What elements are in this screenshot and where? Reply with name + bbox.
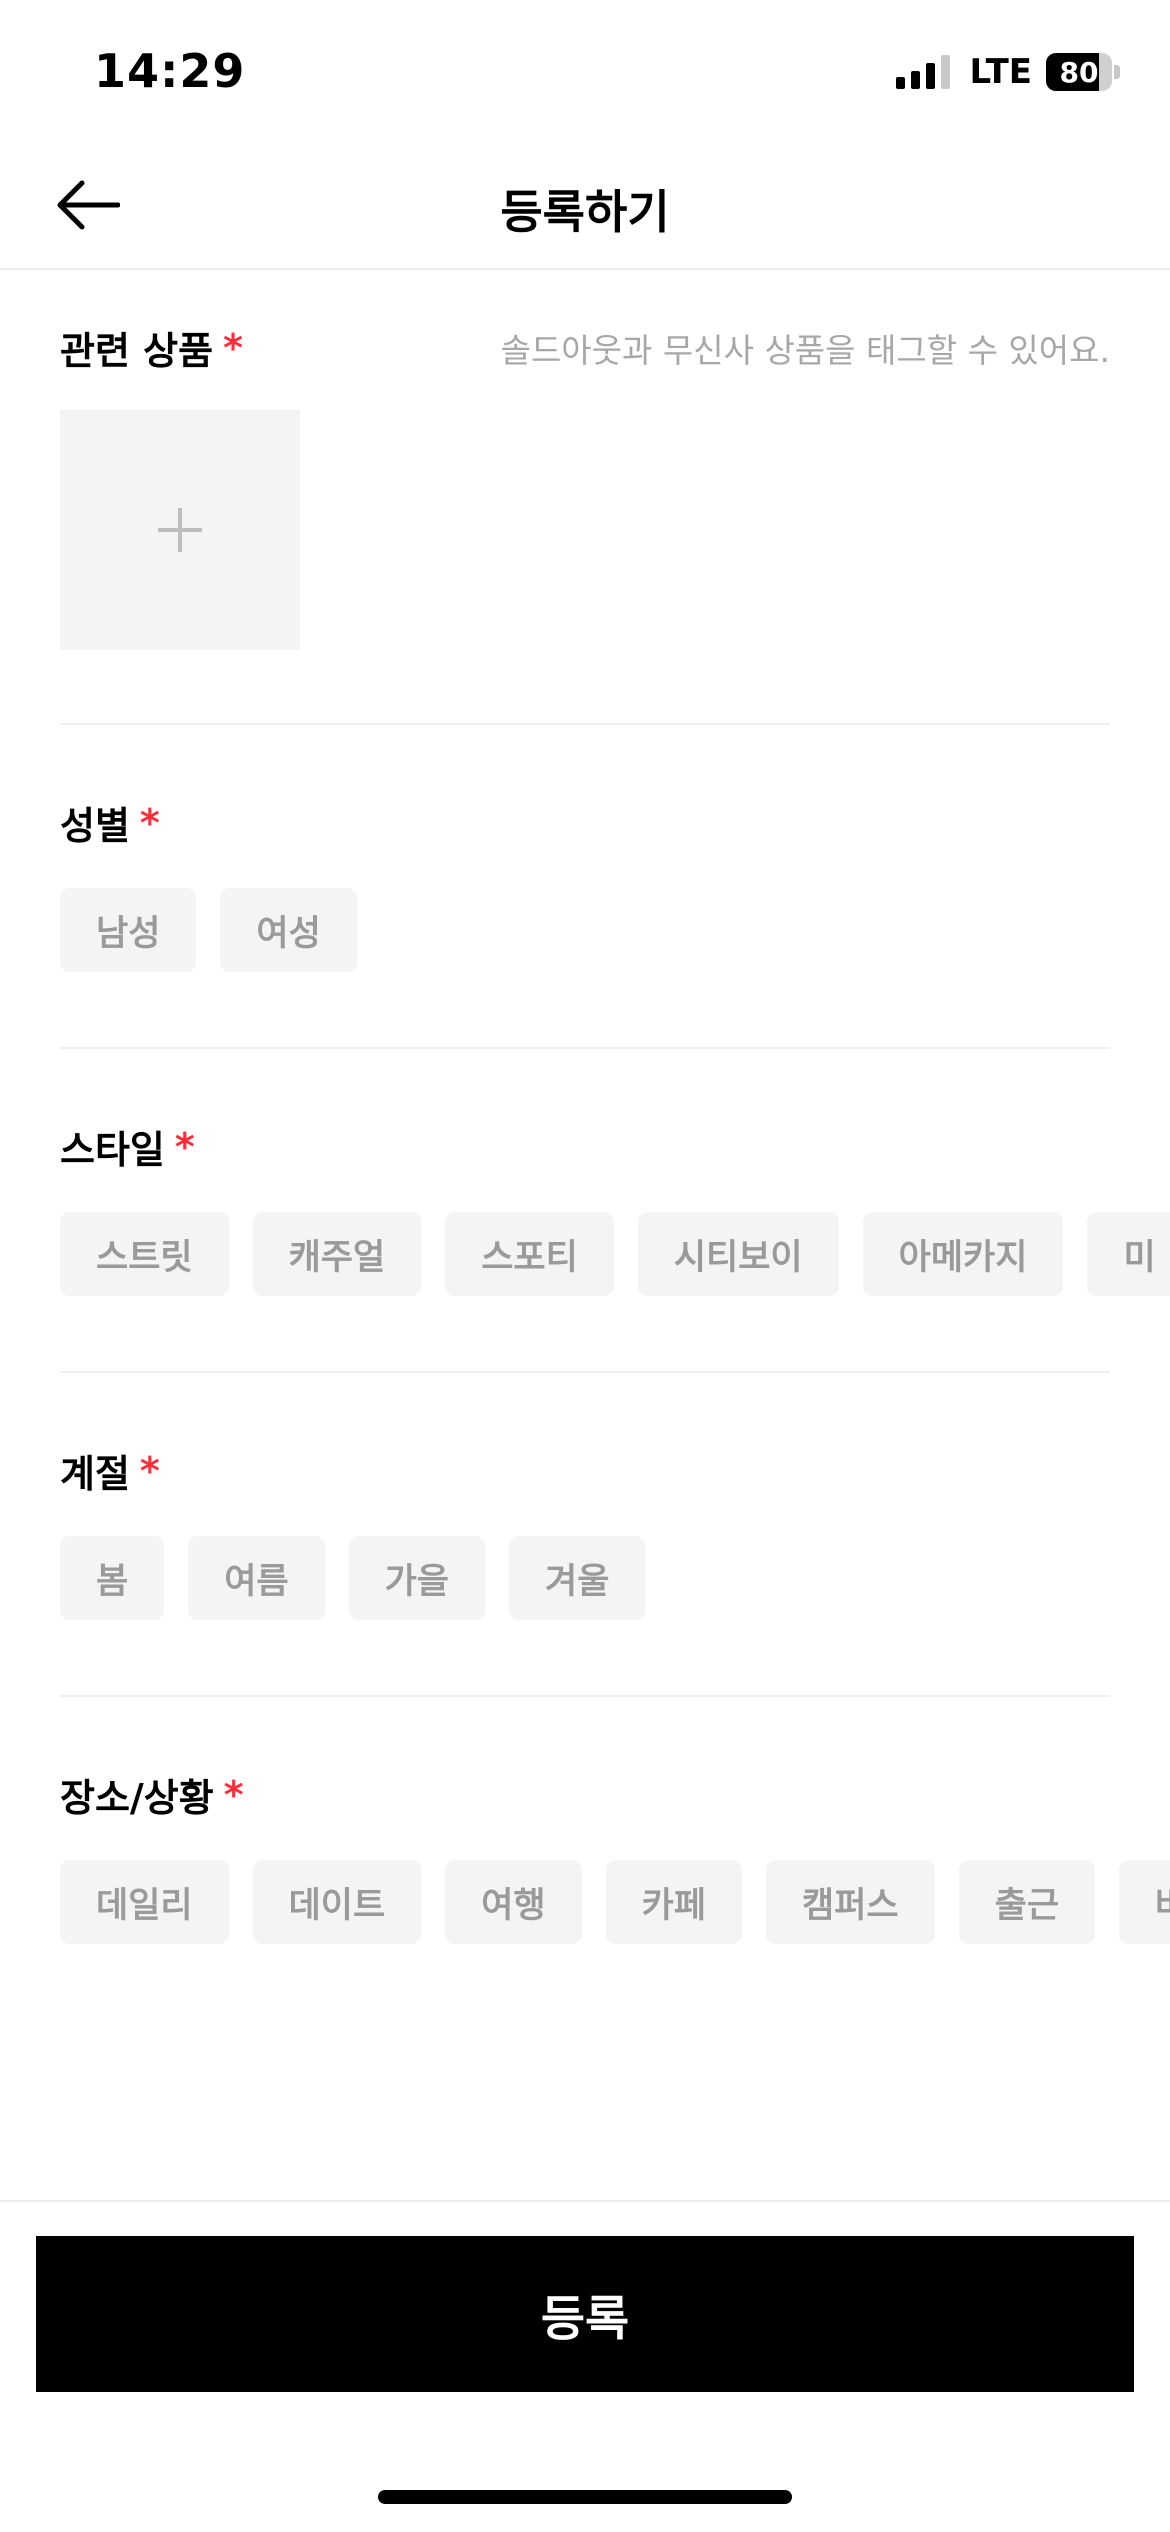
chip-style-cityboy[interactable]: 시티보이 [637, 1212, 839, 1296]
style-label-text: 스타일 [60, 1128, 165, 1172]
header: 등록하기 [0, 140, 1170, 270]
chip-place-partial[interactable]: 바 [1119, 1860, 1170, 1944]
chip-style-street[interactable]: 스트릿 [60, 1212, 229, 1296]
season-label-text: 계절 [60, 1452, 130, 1496]
season-section: 계절 * 봄 여름 가을 겨울 [60, 1443, 1110, 1623]
place-label: 장소/상황 * [60, 1767, 1170, 1822]
required-mark: * [139, 1448, 160, 1493]
chip-gender-male[interactable]: 남성 [60, 888, 197, 972]
chip-style-sporty[interactable]: 스포티 [445, 1212, 614, 1296]
chip-place-date[interactable]: 데이트 [252, 1860, 422, 1944]
add-product-button[interactable] [60, 410, 300, 650]
gender-label: 성별 * [60, 795, 1110, 850]
required-mark: * [139, 800, 160, 845]
products-section: 관련 상품 * 솔드아웃과 무신사 상품을 태그할 수 있어요. [60, 320, 1110, 660]
style-options: 스트릿 캐주얼 스포티 시티보이 아메카지 미 [60, 1212, 1170, 1296]
chip-season-summer[interactable]: 여름 [188, 1536, 325, 1620]
chip-style-amekaji[interactable]: 아메카지 [862, 1212, 1064, 1296]
style-section: 스타일 * 스트릿 캐주얼 스포티 시티보이 아메카지 미 [60, 1119, 1170, 1299]
place-label-text: 장소/상황 [60, 1776, 214, 1820]
place-section: 장소/상황 * 데일리 데이트 여행 카페 캠퍼스 출근 바 [60, 1767, 1170, 1947]
chip-style-casual[interactable]: 캐주얼 [252, 1212, 422, 1296]
season-label: 계절 * [60, 1443, 1110, 1498]
status-time: 14:29 [94, 44, 246, 98]
divider [60, 723, 1110, 725]
battery-level: 80 [1059, 55, 1099, 89]
divider [60, 1047, 1110, 1049]
network-type: LTE [969, 52, 1032, 92]
season-options: 봄 여름 가을 겨울 [60, 1536, 646, 1620]
chip-gender-female[interactable]: 여성 [220, 888, 357, 972]
required-mark: * [174, 1124, 195, 1169]
divider [60, 1371, 1110, 1373]
battery-icon: 80 [1046, 53, 1112, 91]
submit-button[interactable]: 등록 [36, 2236, 1134, 2392]
gender-section: 성별 * 남성 여성 [60, 795, 1110, 975]
footer-divider [0, 2200, 1170, 2202]
chip-place-commute[interactable]: 출근 [958, 1860, 1096, 1944]
products-hint: 솔드아웃과 무신사 상품을 태그할 수 있어요. [500, 331, 1110, 370]
chip-season-winter[interactable]: 겨울 [509, 1536, 646, 1620]
battery-cap [1114, 65, 1120, 79]
status-indicators: LTE 80 [895, 52, 1120, 92]
gender-options: 남성 여성 [60, 888, 357, 972]
home-indicator [378, 2490, 792, 2504]
chip-place-travel[interactable]: 여행 [445, 1860, 582, 1944]
chip-style-partial[interactable]: 미 [1087, 1212, 1170, 1296]
chip-season-spring[interactable]: 봄 [60, 1536, 165, 1620]
place-options: 데일리 데이트 여행 카페 캠퍼스 출근 바 [60, 1860, 1170, 1944]
required-mark: * [223, 325, 243, 370]
chip-place-cafe[interactable]: 카페 [605, 1860, 743, 1944]
page-title: 등록하기 [500, 185, 670, 239]
divider [60, 1695, 1110, 1697]
plus-icon [158, 508, 202, 552]
required-mark: * [223, 1772, 244, 1817]
chip-season-autumn[interactable]: 가을 [348, 1536, 486, 1620]
chip-place-campus[interactable]: 캠퍼스 [766, 1860, 935, 1944]
chip-place-daily[interactable]: 데일리 [60, 1860, 229, 1944]
signal-icon [895, 55, 950, 89]
style-label: 스타일 * [60, 1119, 1170, 1174]
gender-label-text: 성별 [60, 804, 130, 848]
products-label-text: 관련 상품 [60, 329, 214, 373]
status-bar: 14:29 LTE 80 [0, 0, 1170, 140]
